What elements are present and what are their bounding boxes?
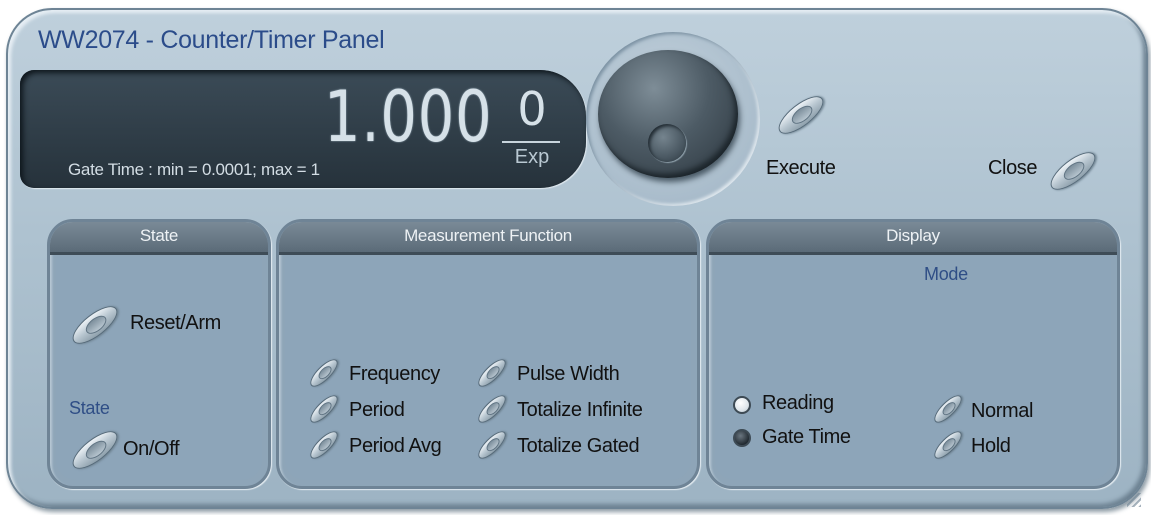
state-sublabel: State (69, 398, 110, 418)
lcd-exponent-value: 0 (517, 82, 547, 136)
hold-label: Hold (971, 435, 1011, 457)
knob-dimple-icon (648, 124, 686, 162)
totalize-gated-label: Totalize Gated (517, 435, 640, 457)
onoff-label: On/Off (123, 438, 180, 460)
period-label: Period (349, 399, 405, 421)
display-group-title: Display (886, 226, 940, 245)
lcd-exponent-divider (502, 141, 560, 143)
reading-radio[interactable] (733, 396, 751, 414)
frequency-label: Frequency (349, 363, 440, 385)
state-group-title: State (139, 226, 179, 245)
state-group-header: State (50, 222, 268, 255)
measurement-group-header: Measurement Function (279, 222, 697, 255)
reading-label: Reading (762, 392, 834, 414)
resize-grip-icon[interactable] (1127, 493, 1141, 507)
display-group-header: Display (709, 222, 1117, 255)
close-label: Close (988, 157, 1038, 179)
panel-title: WW2074 - Counter/Timer Panel (38, 26, 385, 54)
gate-time-radio[interactable] (733, 429, 751, 447)
mode-sublabel: Mode (924, 264, 968, 284)
gate-time-range-hint: Gate Time : min = 0.0001; max = 1 (68, 160, 320, 179)
lcd-exponent-label: Exp (514, 146, 550, 168)
lcd-value: 1.000 (324, 76, 493, 158)
reset-arm-label: Reset/Arm (130, 312, 221, 334)
execute-label: Execute (766, 157, 836, 179)
pulse-width-label: Pulse Width (517, 363, 620, 385)
period-avg-label: Period Avg (349, 435, 442, 457)
gate-time-label: Gate Time (762, 426, 851, 448)
totalize-infinite-label: Totalize Infinite (517, 399, 643, 421)
normal-label: Normal (971, 400, 1034, 422)
measurement-group-title: Measurement Function (404, 226, 572, 245)
